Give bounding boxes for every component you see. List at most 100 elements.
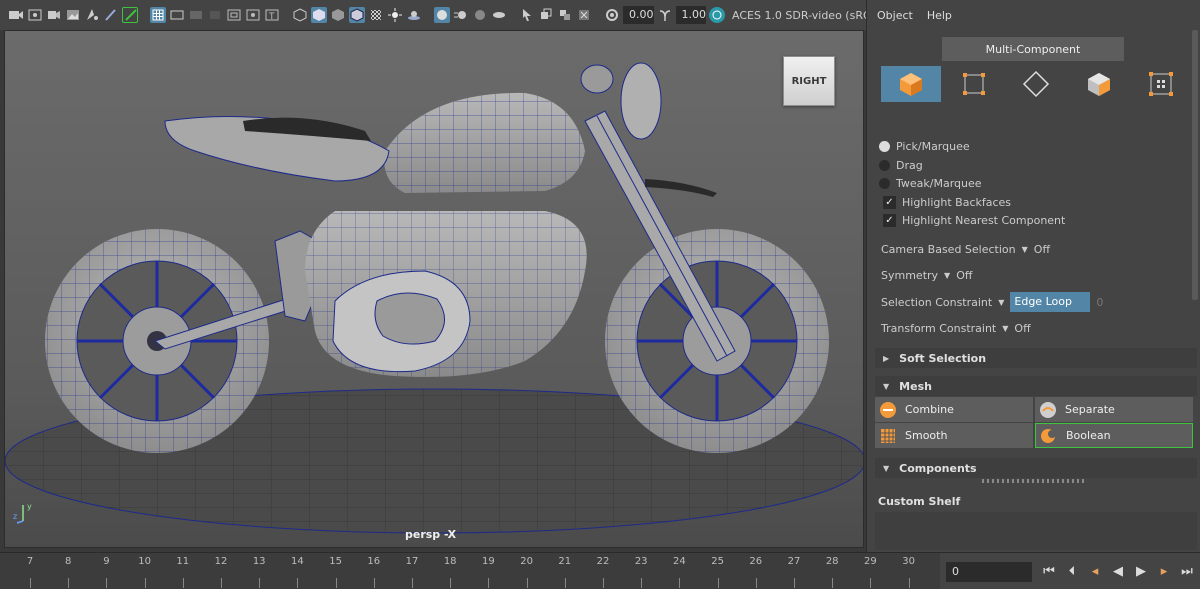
timeline-tick-mark bbox=[564, 578, 566, 588]
safe-action-icon[interactable] bbox=[245, 7, 261, 23]
smooth-shade-icon[interactable] bbox=[311, 7, 327, 23]
section-title: Soft Selection bbox=[899, 351, 987, 365]
timeline-tick-mark bbox=[641, 578, 643, 588]
sketch-tool-icon[interactable] bbox=[122, 7, 138, 23]
custom-shelf-area[interactable] bbox=[875, 512, 1197, 550]
object-mode-button[interactable] bbox=[881, 66, 941, 102]
lighting-icon[interactable] bbox=[387, 7, 403, 23]
safe-title-icon[interactable]: T bbox=[264, 7, 280, 23]
camera-icon[interactable] bbox=[8, 7, 24, 23]
button-label: Separate bbox=[1065, 403, 1115, 416]
vertex-mode-icon bbox=[962, 73, 985, 95]
dropdown-arrow-icon[interactable]: ▼ bbox=[944, 271, 950, 280]
go-to-start-icon[interactable]: ⏮ bbox=[1040, 561, 1058, 581]
timeline-tick-mark bbox=[335, 578, 337, 588]
radio-label: Drag bbox=[896, 159, 923, 172]
tweak-marquee-radio[interactable]: Tweak/Marquee bbox=[879, 177, 982, 190]
go-to-end-icon[interactable]: ⏭ bbox=[1178, 561, 1196, 581]
textured-icon[interactable] bbox=[368, 7, 384, 23]
boolean-button[interactable]: Boolean bbox=[1035, 423, 1193, 448]
resize-handle[interactable] bbox=[982, 479, 1086, 483]
timeline-tick-label: 28 bbox=[825, 556, 839, 567]
timeline-tick-label: 8 bbox=[65, 556, 72, 567]
anti-aliasing-icon[interactable] bbox=[472, 7, 488, 23]
default-material-icon[interactable] bbox=[330, 7, 346, 23]
vertex-mode-button[interactable] bbox=[944, 66, 1004, 102]
exposure-field[interactable]: 0.00 bbox=[623, 6, 654, 24]
xray-active-components-icon[interactable] bbox=[576, 7, 592, 23]
smooth-button[interactable]: Smooth bbox=[875, 423, 1033, 448]
viewport-canvas[interactable]: RIGHT y z persp -X bbox=[4, 30, 864, 548]
selection-constraint-row: Selection Constraint ▼ Edge Loop 0 bbox=[881, 292, 1103, 312]
image-plane-icon[interactable] bbox=[65, 7, 81, 23]
resolution-gate-icon[interactable] bbox=[188, 7, 204, 23]
timeline-tick-mark bbox=[755, 578, 757, 588]
dropdown-arrow-icon[interactable]: ▼ bbox=[1022, 245, 1028, 254]
symmetry-row: Symmetry ▼ Off bbox=[881, 269, 972, 282]
uv-mode-button[interactable] bbox=[1131, 66, 1191, 102]
combine-button[interactable]: Combine bbox=[875, 397, 1033, 422]
axis-y-label: y bbox=[27, 502, 32, 511]
drag-radio[interactable]: Drag bbox=[879, 159, 923, 172]
components-section[interactable]: ▼ Components bbox=[875, 458, 1197, 478]
wireframe-on-shaded-icon[interactable] bbox=[349, 7, 365, 23]
xray-icon[interactable] bbox=[538, 7, 554, 23]
separate-button[interactable]: Separate bbox=[1035, 397, 1193, 422]
gate-mask-icon[interactable] bbox=[207, 7, 223, 23]
time-ruler[interactable]: 7 8 9 10 11 12 13 14 15 16 17 18 19 20 21 22 23 24 25 26 27 2… bbox=[0, 553, 940, 589]
exposure-icon[interactable] bbox=[604, 7, 620, 23]
timeline-tick-label: 18 bbox=[443, 556, 457, 567]
dropdown-arrow-icon[interactable]: ▼ bbox=[998, 298, 1004, 307]
option-label: Transform Constraint bbox=[881, 322, 997, 335]
gamma-icon[interactable] bbox=[657, 7, 673, 23]
timeline-tick-label: 16 bbox=[367, 556, 381, 567]
menu-object[interactable]: Object bbox=[877, 9, 913, 22]
dropdown-arrow-icon[interactable]: ▼ bbox=[1002, 324, 1008, 333]
timeline-tick-mark bbox=[794, 578, 795, 588]
pick-marquee-radio[interactable]: Pick/Marquee bbox=[879, 140, 970, 153]
ambient-occlusion-icon[interactable] bbox=[434, 7, 450, 23]
timeline-tick-mark bbox=[832, 578, 834, 588]
option-value[interactable]: Off bbox=[1034, 243, 1050, 256]
step-back-key-icon[interactable]: ◂ bbox=[1086, 561, 1104, 581]
highlight-backfaces-checkbox[interactable]: ✓ Highlight Backfaces bbox=[883, 196, 1011, 209]
xray-joints-icon[interactable] bbox=[557, 7, 573, 23]
play-forwards-icon[interactable]: ▶ bbox=[1132, 561, 1150, 581]
edge-mode-button[interactable] bbox=[1006, 66, 1066, 102]
uv-mode-icon bbox=[1149, 72, 1173, 96]
film-gate-icon[interactable] bbox=[169, 7, 185, 23]
current-frame-field[interactable]: 0 bbox=[946, 562, 1032, 582]
2d-pan-zoom-icon[interactable] bbox=[84, 7, 100, 23]
handlebar bbox=[645, 179, 717, 197]
isolate-select-icon[interactable] bbox=[519, 7, 535, 23]
multi-component-button[interactable]: Multi-Component bbox=[942, 37, 1124, 61]
face-mode-button[interactable] bbox=[1069, 66, 1129, 102]
timeline-tick-mark bbox=[717, 578, 719, 588]
gamma-field[interactable]: 1.00 bbox=[675, 6, 706, 24]
step-forward-key-icon[interactable]: ▸ bbox=[1155, 561, 1173, 581]
play-backwards-icon[interactable]: ◀ bbox=[1109, 561, 1127, 581]
step-back-frame-icon[interactable]: ⏴ bbox=[1063, 561, 1081, 581]
field-chart-icon[interactable] bbox=[226, 7, 242, 23]
soft-selection-section[interactable]: ▶ Soft Selection bbox=[875, 348, 1197, 368]
motion-blur-icon[interactable] bbox=[453, 7, 469, 23]
panel-scrollbar[interactable] bbox=[1192, 30, 1198, 300]
shadows-icon[interactable] bbox=[406, 7, 422, 23]
mesh-section[interactable]: ▼ Mesh bbox=[875, 376, 1197, 396]
color-management-view[interactable]: ACES 1.0 SDR-video (sRGB) bbox=[732, 9, 883, 22]
wireframe-icon[interactable] bbox=[292, 7, 308, 23]
timeline-tick-label: 26 bbox=[749, 556, 763, 567]
highlight-nearest-component-checkbox[interactable]: ✓ Highlight Nearest Component bbox=[883, 214, 1065, 227]
grease-pencil-icon[interactable] bbox=[103, 7, 119, 23]
bookmark-icon[interactable] bbox=[46, 7, 62, 23]
camera-attributes-icon[interactable] bbox=[27, 7, 43, 23]
depth-of-field-icon[interactable] bbox=[491, 7, 507, 23]
option-value[interactable]: Off bbox=[1014, 322, 1030, 335]
color-management-icon[interactable] bbox=[709, 7, 725, 23]
option-value[interactable]: Off bbox=[956, 269, 972, 282]
view-cube[interactable]: RIGHT bbox=[783, 56, 835, 106]
selection-constraint-field[interactable]: Edge Loop bbox=[1010, 292, 1091, 312]
menu-help[interactable]: Help bbox=[927, 9, 952, 22]
timeline-tick-label: 14 bbox=[291, 556, 304, 567]
grid-icon[interactable] bbox=[150, 7, 166, 23]
